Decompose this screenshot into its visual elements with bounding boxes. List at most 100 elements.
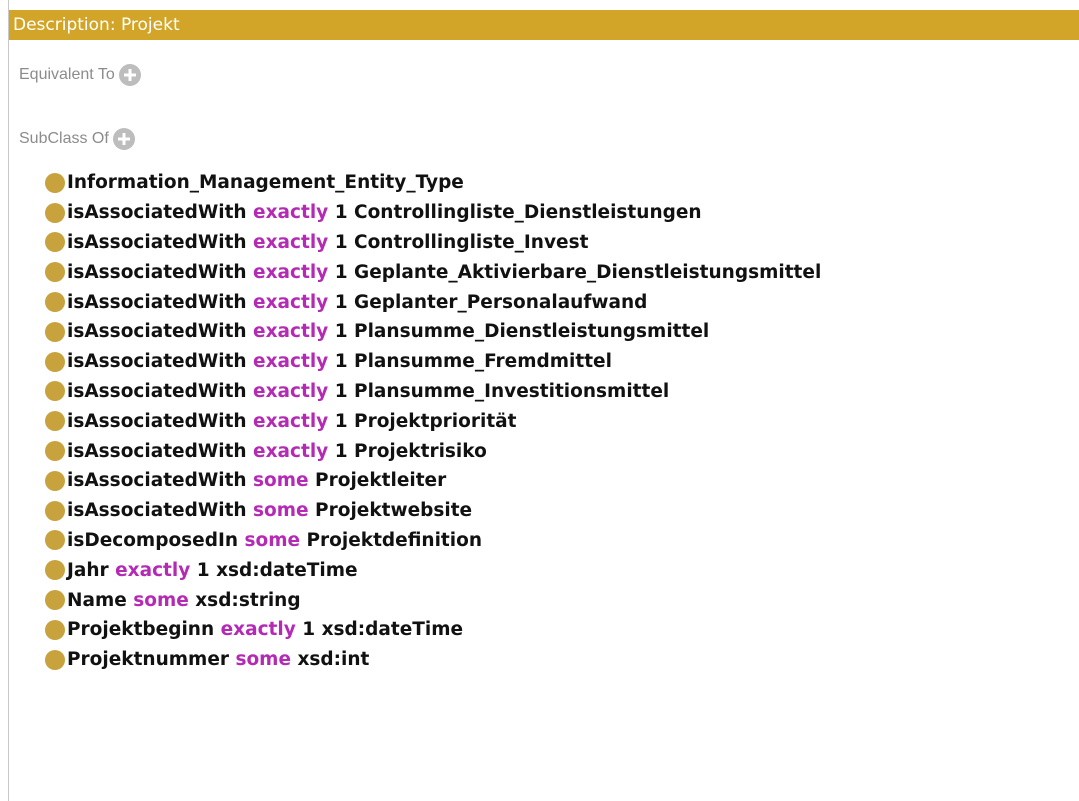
axiom-keyword: exactly [253,291,329,313]
subclass-axiom[interactable]: isAssociatedWith exactly 1 Projektpriori… [45,406,821,436]
axiom-property: isAssociatedWith [67,500,247,522]
axiom-property: isAssociatedWith [67,321,247,343]
axiom-filler: Controllingliste_Invest [354,231,589,253]
axiom-keyword: exactly [220,619,296,641]
class-dot-icon [45,411,65,432]
axiom-property: isAssociatedWith [67,440,247,462]
axiom-filler: xsd:int [297,649,370,671]
axiom-cardinality: 1 [334,321,348,343]
subclass-axiom[interactable]: Projektbeginn exactly 1 xsd:dateTime [45,615,821,645]
class-dot-icon [45,530,65,551]
axiom-property: Projektbeginn [67,619,215,641]
axiom-filler: Projektrisiko [354,440,487,462]
add-equivalent-button[interactable] [118,64,141,86]
axiom-property: Jahr [67,559,109,581]
axiom-filler: Plansumme_Investitionsmittel [354,380,670,402]
equivalent-to-label: Equivalent To [19,66,115,83]
axiom-property: isAssociatedWith [67,261,247,283]
axiom-keyword: some [253,500,309,522]
axiom-keyword: exactly [253,380,329,402]
axiom-filler: Projektpriorität [354,410,517,432]
axiom-keyword: some [133,589,189,611]
axiom-property: isAssociatedWith [67,202,247,224]
axiom-filler: xsd:dateTime [321,619,464,641]
subclass-of-label: SubClass Of [19,130,109,147]
subclass-of-section: SubClass Of [19,128,135,150]
axiom-cardinality: 1 [334,202,348,224]
axiom-keyword: exactly [253,410,329,432]
axiom-keyword: exactly [253,202,329,224]
axiom-filler: xsd:dateTime [216,559,358,581]
axiom-filler: Projektdefinition [306,529,482,551]
axiom-property: isDecomposedIn [67,529,239,551]
add-subclass-button[interactable] [112,128,135,150]
axiom-property: isAssociatedWith [67,351,247,373]
class-dot-icon [45,649,65,670]
axiom-filler: Plansumme_Dienstleistungsmittel [354,321,710,343]
class-dot-icon [45,470,65,491]
subclass-axiom[interactable]: Name some xsd:string [45,585,821,615]
axiom-filler: Projektleiter [315,470,447,492]
axiom-filler: Geplanter_Personalaufwand [354,291,648,313]
axiom-cardinality: 1 [334,380,348,402]
axiom-filler: Projektwebsite [315,500,473,522]
class-dot-icon [45,441,65,462]
axiom-keyword: some [235,649,291,671]
axiom-cardinality: 1 [334,291,348,313]
axiom-property: Information_Management_Entity_Type [67,172,464,194]
description-panel: Description: Projekt Equivalent To SubCl… [8,0,1079,801]
axiom-keyword: exactly [253,351,329,373]
subclass-axiom[interactable]: isAssociatedWith exactly 1 Plansumme_Die… [45,317,821,347]
subclass-axiom[interactable]: isAssociatedWith exactly 1 Controllingli… [45,228,821,258]
axiom-keyword: exactly [253,321,329,343]
class-dot-icon [45,202,65,223]
class-dot-icon [45,500,65,521]
axiom-property: isAssociatedWith [67,231,247,253]
subclass-axiom[interactable]: isAssociatedWith exactly 1 Plansumme_Inv… [45,377,821,407]
axiom-property: isAssociatedWith [67,380,247,402]
axiom-cardinality: 1 [334,261,348,283]
panel-header: Description: Projekt [9,10,1079,40]
subclass-axiom[interactable]: isAssociatedWith some Projektwebsite [45,496,821,526]
subclass-axiom[interactable]: isDecomposedIn some Projektdefinition [45,526,821,556]
class-dot-icon [45,172,65,193]
class-dot-icon [45,560,65,581]
subclass-axiom[interactable]: Jahr exactly 1 xsd:dateTime [45,555,821,585]
subclass-axiom[interactable]: isAssociatedWith some Projektleiter [45,466,821,496]
subclass-axiom[interactable]: isAssociatedWith exactly 1 Geplanter_Per… [45,287,821,317]
axiom-cardinality: 1 [334,351,348,373]
axiom-keyword: exactly [253,261,329,283]
subclass-axiom[interactable]: isAssociatedWith exactly 1 Plansumme_Fre… [45,347,821,377]
class-dot-icon [45,292,65,313]
axiom-keyword: exactly [115,559,191,581]
axiom-keyword: exactly [253,440,329,462]
class-dot-icon [45,321,65,342]
axiom-filler: Geplante_Aktivierbare_Dienstleistungsmit… [354,261,822,283]
subclass-axiom[interactable]: Projektnummer some xsd:int [45,645,821,675]
subclass-axiom-list: Information_Management_Entity_Type isAsso… [45,168,821,675]
add-icon [117,133,130,145]
class-dot-icon [45,381,65,402]
subclass-axiom[interactable]: isAssociatedWith exactly 1 Geplante_Akti… [45,257,821,287]
axiom-filler: xsd:string [195,589,301,611]
axiom-cardinality: 1 [334,231,348,253]
axiom-property: isAssociatedWith [67,470,247,492]
axiom-keyword: some [244,529,301,551]
subclass-axiom[interactable]: Information_Management_Entity_Type [45,168,821,198]
axiom-cardinality: 1 [302,619,316,641]
class-dot-icon [45,590,65,611]
axiom-cardinality: 1 [334,440,348,462]
subclass-axiom[interactable]: isAssociatedWith exactly 1 Projektrisiko [45,436,821,466]
axiom-filler: Plansumme_Fremdmittel [354,351,612,373]
axiom-property: isAssociatedWith [67,291,247,313]
subclass-axiom[interactable]: isAssociatedWith exactly 1 Controllingli… [45,198,821,228]
panel-title: Description: Projekt [13,15,180,35]
axiom-cardinality: 1 [334,410,348,432]
axiom-property: Projektnummer [67,649,229,671]
class-dot-icon [45,619,65,640]
class-dot-icon [45,232,65,253]
axiom-property: isAssociatedWith [67,410,247,432]
axiom-filler: Controllingliste_Dienstleistungen [354,202,702,224]
axiom-cardinality: 1 [196,559,210,581]
class-dot-icon [45,262,65,283]
